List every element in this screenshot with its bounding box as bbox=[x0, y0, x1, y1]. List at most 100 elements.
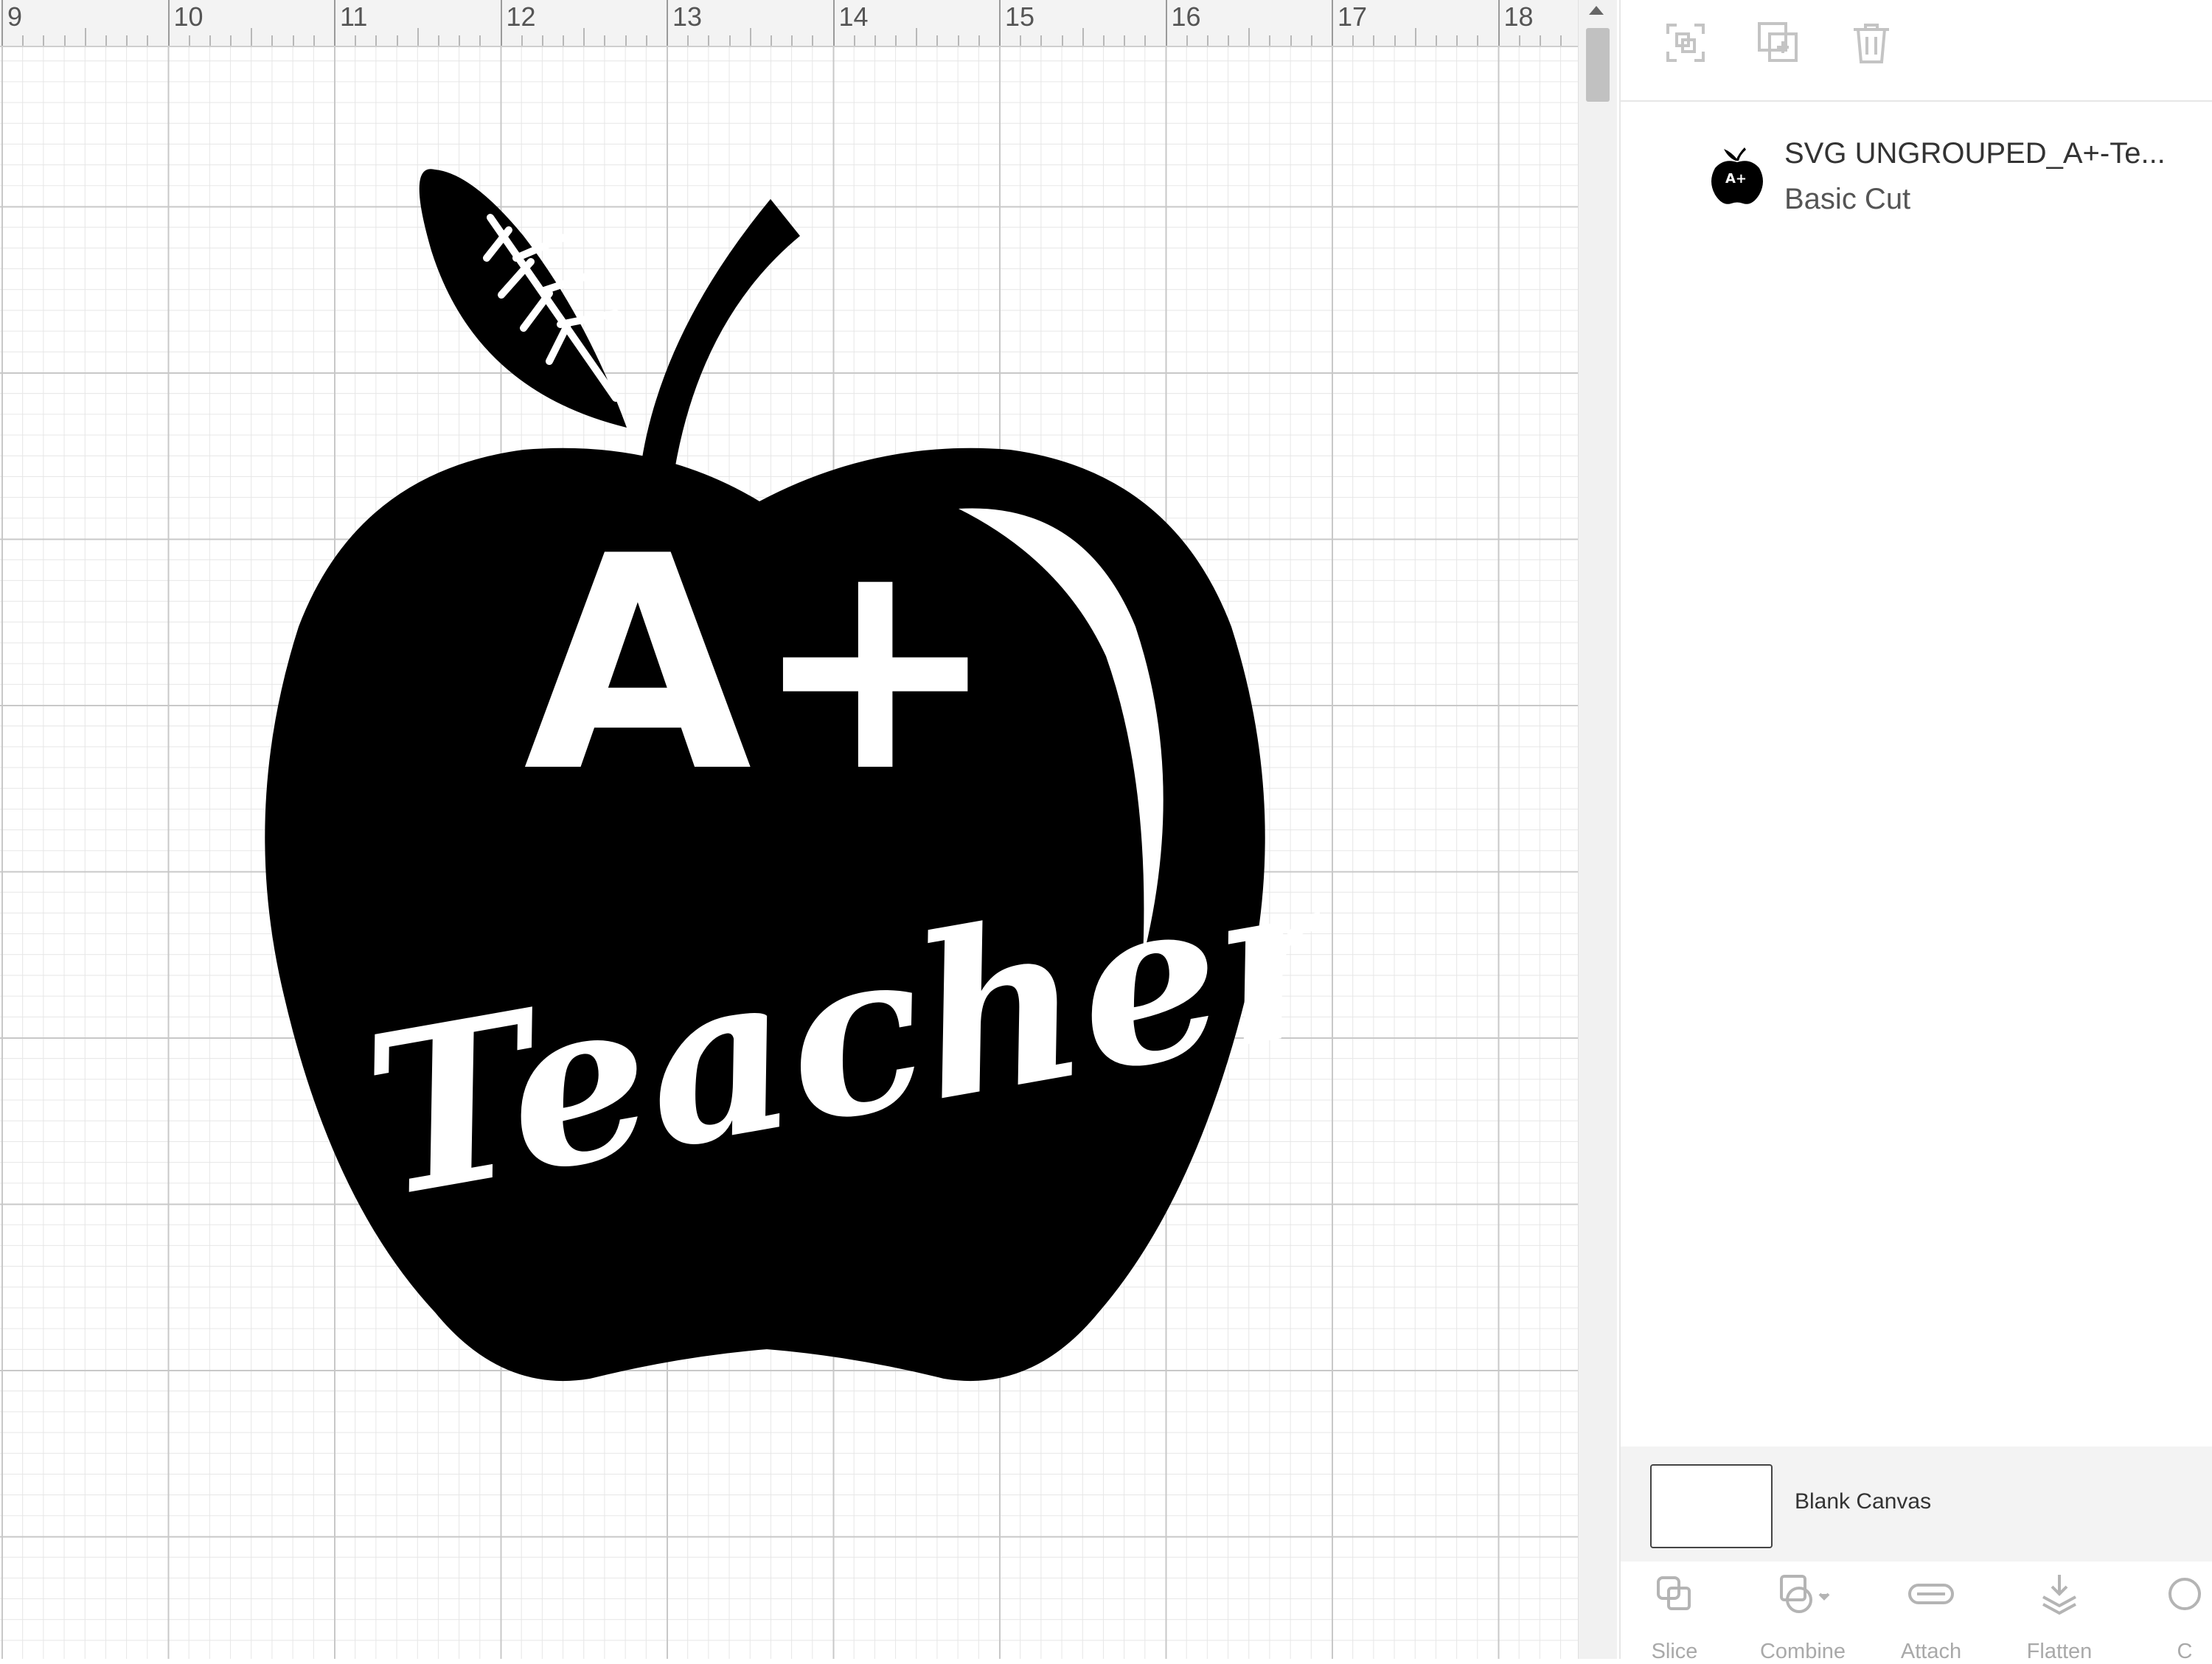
ruler-major-tick bbox=[167, 0, 170, 46]
ruler-minor-tick bbox=[749, 28, 751, 46]
blank-canvas-label: Blank Canvas bbox=[1795, 1489, 1932, 1514]
ruler-minor-tick bbox=[604, 35, 606, 46]
design-canvas[interactable]: 9 10 11 12 13 14 15 16 17 18 A+ Teacher bbox=[0, 0, 1578, 1659]
ruler-major-tick bbox=[334, 0, 335, 46]
ruler-minor-tick bbox=[521, 35, 523, 46]
ruler-minor-tick bbox=[1186, 35, 1188, 46]
layers-toolbar bbox=[1621, 0, 2212, 102]
ruler-minor-tick bbox=[1352, 35, 1354, 46]
contour-button[interactable]: C bbox=[2129, 1572, 2212, 1663]
ruler-major-tick bbox=[1498, 0, 1500, 46]
duplicate-icon bbox=[1758, 22, 1798, 62]
ruler-label: 17 bbox=[1338, 1, 1368, 32]
ruler-minor-tick bbox=[84, 28, 86, 46]
blank-canvas-row[interactable]: Blank Canvas bbox=[1621, 1447, 2212, 1562]
ruler-minor-tick bbox=[978, 35, 980, 46]
ruler-minor-tick bbox=[437, 35, 439, 46]
blank-canvas-swatch[interactable] bbox=[1650, 1464, 1773, 1548]
flatten-button[interactable]: Flatten bbox=[2004, 1572, 2115, 1663]
ruler-label: 12 bbox=[506, 1, 536, 32]
ruler-label: 18 bbox=[1503, 1, 1534, 32]
ruler-minor-tick bbox=[791, 35, 793, 46]
ruler-minor-tick bbox=[895, 35, 897, 46]
ruler-major-tick bbox=[1, 0, 3, 46]
combine-label: Combine bbox=[1759, 1640, 1846, 1663]
ruler-minor-tick bbox=[105, 35, 107, 46]
apple-stem bbox=[638, 199, 800, 494]
layer-item[interactable]: A+ SVG UNGROUPED_A+-Te... Basic Cut bbox=[1621, 125, 2212, 229]
flatten-icon bbox=[2042, 1575, 2076, 1615]
attach-button[interactable]: Attach bbox=[1876, 1572, 1986, 1663]
ruler-minor-tick bbox=[1290, 35, 1292, 46]
artwork-text-aplus: A+ bbox=[524, 494, 999, 837]
ruler-minor-tick bbox=[1144, 35, 1147, 46]
ruler-minor-tick bbox=[355, 35, 357, 46]
contour-icon bbox=[2168, 1578, 2201, 1610]
duplicate-button[interactable] bbox=[1750, 16, 1806, 69]
apple-teacher-artwork[interactable]: A+ Teacher bbox=[214, 147, 1320, 1416]
ruler-label: 11 bbox=[340, 1, 368, 32]
combine-icon bbox=[1780, 1575, 1830, 1613]
delete-button[interactable] bbox=[1843, 16, 1899, 69]
ruler-major-tick bbox=[500, 0, 502, 46]
ruler-minor-tick bbox=[728, 35, 731, 46]
layer-operation-type: Basic Cut bbox=[1784, 183, 1911, 215]
group-icon bbox=[1666, 24, 1705, 62]
flatten-label: Flatten bbox=[2026, 1640, 2093, 1663]
layer-name: SVG UNGROUPED_A+-Te... bbox=[1784, 137, 2166, 170]
ruler-minor-tick bbox=[147, 35, 149, 46]
scroll-thumb[interactable] bbox=[1586, 28, 1610, 102]
ruler-minor-tick bbox=[1373, 35, 1375, 46]
ruler-minor-tick bbox=[1061, 35, 1063, 46]
ruler-minor-tick bbox=[43, 35, 45, 46]
ruler-minor-tick bbox=[1040, 35, 1043, 46]
ruler-minor-tick bbox=[1228, 35, 1230, 46]
ruler-minor-tick bbox=[1394, 35, 1396, 46]
ruler-minor-tick bbox=[812, 35, 814, 46]
ruler-minor-tick bbox=[563, 35, 565, 46]
combine-button[interactable]: Combine bbox=[1747, 1572, 1858, 1663]
horizontal-ruler: 9 10 11 12 13 14 15 16 17 18 bbox=[0, 0, 1578, 47]
ruler-minor-tick bbox=[957, 35, 959, 46]
ruler-minor-tick bbox=[625, 35, 627, 46]
ruler-minor-tick bbox=[1124, 35, 1126, 46]
attach-label: Attach bbox=[1900, 1640, 1962, 1663]
ruler-minor-tick bbox=[687, 35, 689, 46]
vertical-scrollbar[interactable] bbox=[1578, 0, 1617, 1659]
ruler-minor-tick bbox=[479, 35, 481, 46]
ruler-minor-tick bbox=[1102, 35, 1105, 46]
ruler-minor-tick bbox=[770, 35, 772, 46]
ruler-minor-tick bbox=[1248, 28, 1251, 46]
layers-panel: A+ SVG UNGROUPED_A+-Te... Basic Cut Blan… bbox=[1619, 0, 2212, 1663]
apple-leaf bbox=[419, 169, 627, 428]
ruler-minor-tick bbox=[251, 28, 253, 46]
ruler-label: 9 bbox=[7, 1, 23, 32]
ruler-label: 10 bbox=[173, 1, 204, 32]
slice-icon bbox=[1657, 1576, 1691, 1610]
ruler-minor-tick bbox=[1539, 35, 1541, 46]
ruler-minor-tick bbox=[853, 35, 855, 46]
ruler-major-tick bbox=[667, 0, 668, 46]
contour-label: C bbox=[2177, 1640, 2193, 1663]
ruler-major-tick bbox=[999, 0, 1001, 46]
ruler-minor-tick bbox=[1456, 35, 1458, 46]
ruler-minor-tick bbox=[645, 35, 647, 46]
ruler-label: 14 bbox=[838, 1, 869, 32]
ruler-major-tick bbox=[1165, 0, 1167, 46]
ruler-major-tick bbox=[1332, 0, 1333, 46]
ruler-minor-tick bbox=[1269, 35, 1271, 46]
group-button[interactable] bbox=[1658, 16, 1714, 69]
ruler-minor-tick bbox=[230, 35, 232, 46]
ruler-minor-tick bbox=[188, 35, 190, 46]
ruler-minor-tick bbox=[417, 28, 419, 46]
ruler-label: 15 bbox=[1005, 1, 1035, 32]
slice-label: Slice bbox=[1651, 1640, 1698, 1663]
ruler-minor-tick bbox=[459, 35, 461, 46]
ruler-minor-tick bbox=[1477, 35, 1479, 46]
slice-button[interactable]: Slice bbox=[1619, 1572, 1730, 1663]
layer-thumbnail-apple-icon: A+ bbox=[1711, 147, 1763, 204]
ruler-minor-tick bbox=[209, 35, 211, 46]
scroll-up-arrow-icon[interactable] bbox=[1589, 6, 1604, 15]
svg-text:A+: A+ bbox=[1725, 171, 1747, 187]
ruler-label: 13 bbox=[672, 1, 703, 32]
